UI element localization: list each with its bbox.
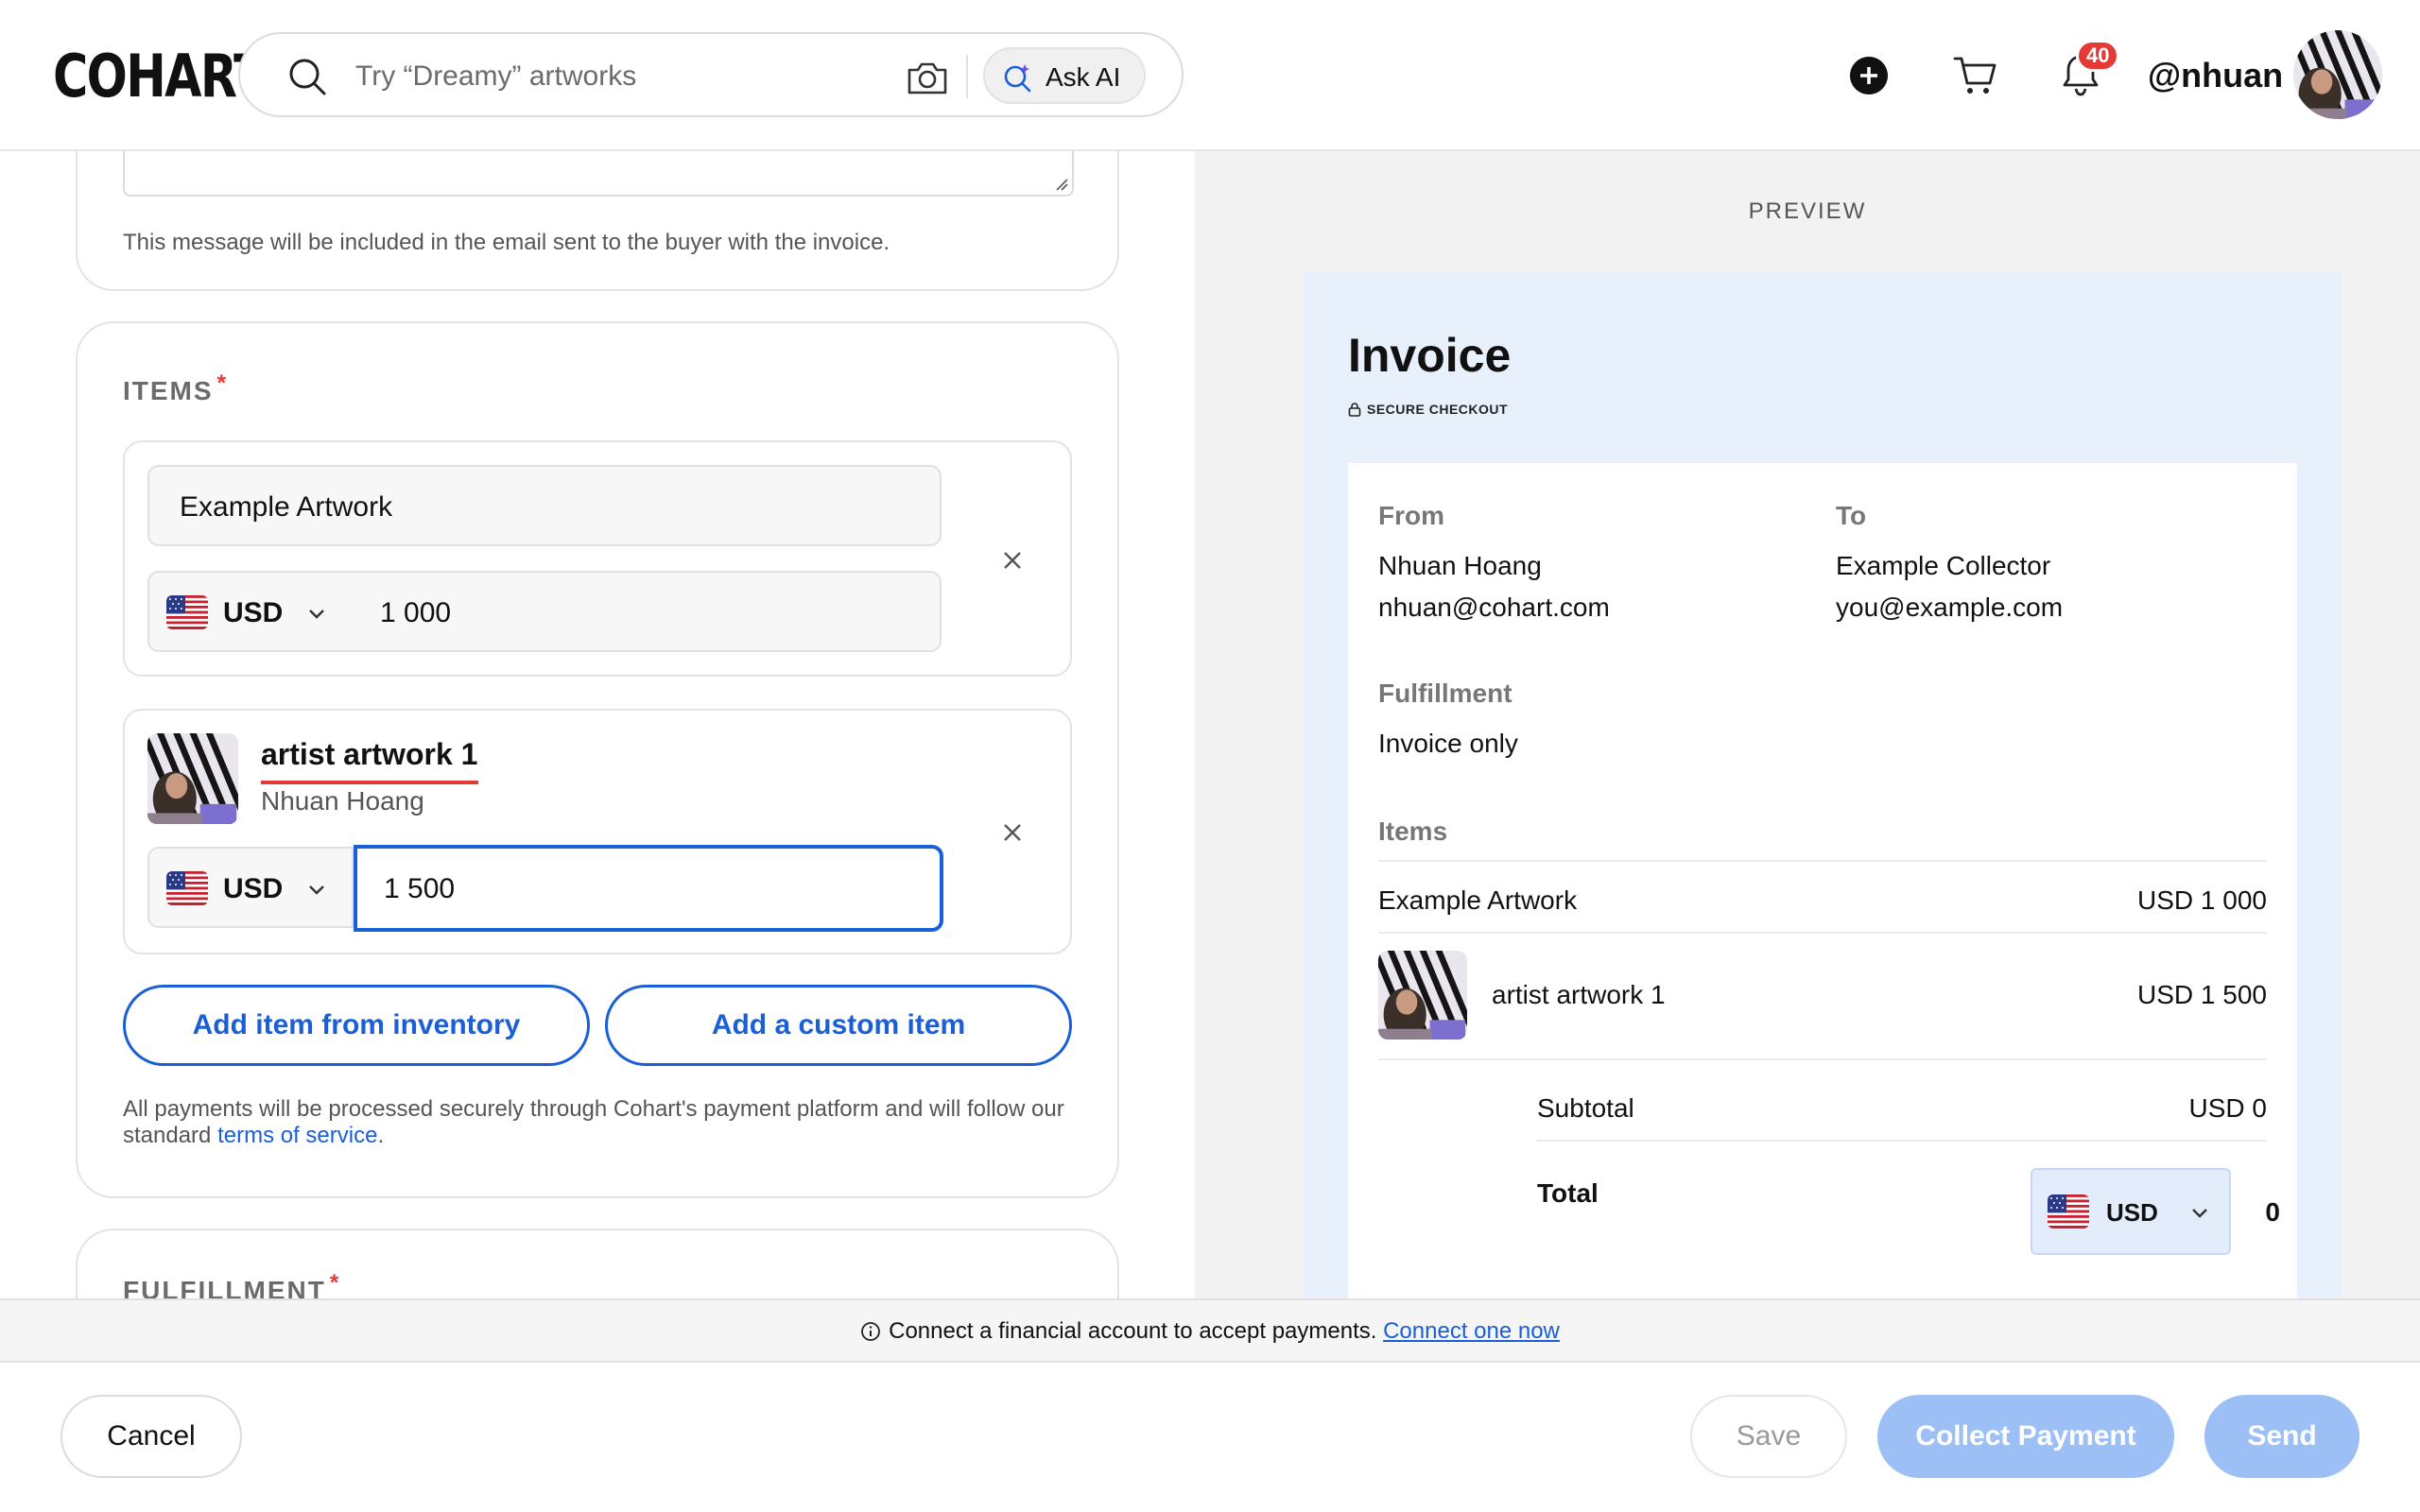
custom-item-row: Example Artwork USD 1 000 <box>123 440 1072 677</box>
price-value: 1 000 <box>380 597 452 628</box>
line-item-price: USD 1 000 <box>2137 885 2267 915</box>
required-mark: * <box>216 370 228 396</box>
search-bar[interactable]: Try “Dreamy” artworks Ask AI <box>238 32 1184 117</box>
message-hint: This message will be included in the ema… <box>123 230 890 255</box>
items-card: ITEMS * Example Artwork USD 1 000 artist… <box>76 321 1119 1198</box>
divider <box>1378 932 2267 934</box>
price-input[interactable]: 1 500 <box>354 845 943 932</box>
fulfillment-title-text: FULFILLMENT <box>123 1276 326 1298</box>
items-title-text: ITEMS <box>123 376 214 405</box>
avatar[interactable] <box>2293 30 2382 119</box>
subtotal-value: USD 0 <box>2188 1093 2267 1123</box>
add-item-from-inventory-button[interactable]: Add item from inventory <box>123 985 590 1066</box>
required-mark: * <box>329 1270 341 1296</box>
line-item-thumbnail <box>1378 951 1467 1040</box>
terms-of-service-link[interactable]: terms of service <box>217 1123 377 1148</box>
us-flag-icon <box>2048 1194 2089 1228</box>
camera-icon[interactable] <box>906 59 949 96</box>
fulfillment-label: Fulfillment <box>1378 679 1512 708</box>
search-divider <box>966 55 968 98</box>
fulfillment-value: Invoice only <box>1378 729 1518 758</box>
invoice-form: This message will be included in the ema… <box>0 151 1195 1298</box>
currency-label: USD <box>223 597 284 628</box>
artwork-title: artist artwork 1 <box>261 737 478 771</box>
connect-account-link[interactable]: Connect one now <box>1383 1318 1560 1344</box>
artwork-artist: Nhuan Hoang <box>261 786 424 816</box>
line-item-name: Example Artwork <box>1378 885 1578 915</box>
top-header: COHART Try “Dreamy” artworks Ask AI 40 @… <box>0 0 2420 151</box>
line-item-price: USD 1 500 <box>2137 980 2267 1009</box>
save-button[interactable]: Save <box>1690 1395 1847 1478</box>
notice-content: Connect a financial account to accept pa… <box>860 1317 1560 1346</box>
payment-note-end: . <box>377 1123 385 1148</box>
add-custom-item-button[interactable]: Add a custom item <box>605 985 1072 1066</box>
info-icon <box>861 1322 881 1341</box>
message-card: This message will be included in the ema… <box>76 151 1119 291</box>
invoice-body: From Nhuan Hoang nhuan@cohart.com To Exa… <box>1348 463 2297 1298</box>
search-icon[interactable] <box>287 57 327 96</box>
divider <box>1537 1140 2267 1142</box>
from-name: Nhuan Hoang <box>1378 551 1542 580</box>
chevron-down-icon <box>309 885 324 895</box>
sparkle-search-icon <box>1004 64 1031 93</box>
subtotal-label: Subtotal <box>1537 1093 1634 1123</box>
inventory-item-row: artist artwork 1 Nhuan Hoang USD 1 500 <box>123 709 1072 954</box>
items-section-title: ITEMS * <box>123 370 228 408</box>
preview-panel: PREVIEW Invoice SECURE CHECKOUT From Nhu… <box>1195 151 2420 1298</box>
currency-label: USD <box>223 873 284 904</box>
fulfillment-card: FULFILLMENT * <box>76 1228 1119 1298</box>
fulfillment-section-title: FULFILLMENT * <box>123 1270 340 1298</box>
username[interactable]: @nhuan <box>2148 57 2283 94</box>
ask-ai-button[interactable]: Ask AI <box>983 47 1146 104</box>
cancel-button[interactable]: Cancel <box>60 1395 242 1478</box>
payment-notice-bar: Connect a financial account to accept pa… <box>0 1298 2420 1363</box>
from-email: nhuan@cohart.com <box>1378 593 1610 622</box>
action-footer: Cancel Save Collect Payment Send <box>0 1363 2420 1512</box>
to-name: Example Collector <box>1836 551 2051 580</box>
currency-select[interactable]: USD <box>147 847 354 928</box>
divider <box>1378 860 2267 862</box>
collect-payment-button[interactable]: Collect Payment <box>1877 1395 2174 1478</box>
lock-icon <box>1348 403 1361 417</box>
plus-circle-icon[interactable] <box>1850 57 1888 94</box>
currency-select[interactable]: USD <box>147 571 354 652</box>
secure-checkout-text: SECURE CHECKOUT <box>1367 402 1509 417</box>
message-textarea[interactable] <box>123 151 1074 197</box>
close-icon[interactable] <box>998 546 1027 575</box>
us-flag-icon <box>166 871 208 905</box>
to-email: you@example.com <box>1836 593 2064 622</box>
cohart-logo[interactable]: COHART <box>53 45 267 108</box>
items-label: Items <box>1378 816 1448 846</box>
us-flag-icon <box>166 595 208 629</box>
search-input[interactable]: Try “Dreamy” artworks <box>355 60 636 93</box>
invoice-title: Invoice <box>1348 329 1512 382</box>
line-item-name: artist artwork 1 <box>1492 980 1666 1009</box>
chevron-down-icon <box>2192 1209 2207 1218</box>
item-name-input[interactable]: Example Artwork <box>147 465 942 546</box>
item-name-value: Example Artwork <box>180 491 393 523</box>
from-label: From <box>1378 501 1444 530</box>
price-input[interactable]: 1 000 <box>352 571 942 652</box>
price-value: 1 500 <box>384 873 456 904</box>
divider <box>1378 1058 2267 1060</box>
secure-checkout-label: SECURE CHECKOUT <box>1348 401 1508 418</box>
resize-handle-icon[interactable] <box>1053 176 1068 191</box>
artwork-thumbnail <box>147 733 238 824</box>
invoice-preview: Invoice SECURE CHECKOUT From Nhuan Hoang… <box>1303 272 2342 1298</box>
total-label: Total <box>1537 1178 1599 1208</box>
preview-label: PREVIEW <box>1748 198 1867 224</box>
currency-label: USD <box>2106 1198 2158 1227</box>
total-value: 0 <box>2265 1197 2280 1227</box>
send-button[interactable]: Send <box>2204 1395 2360 1478</box>
spellcheck-underline <box>261 781 478 784</box>
cart-icon[interactable] <box>1953 55 1996 96</box>
ask-ai-label: Ask AI <box>1046 62 1121 92</box>
close-icon[interactable] <box>998 818 1027 847</box>
to-label: To <box>1836 501 1867 530</box>
notice-text: Connect a financial account to accept pa… <box>889 1318 1377 1344</box>
payment-note: All payments will be processed securely … <box>123 1096 1078 1149</box>
notification-badge: 40 <box>2076 40 2120 72</box>
total-currency-select[interactable]: USD <box>2031 1168 2231 1255</box>
chevron-down-icon <box>309 610 324 619</box>
